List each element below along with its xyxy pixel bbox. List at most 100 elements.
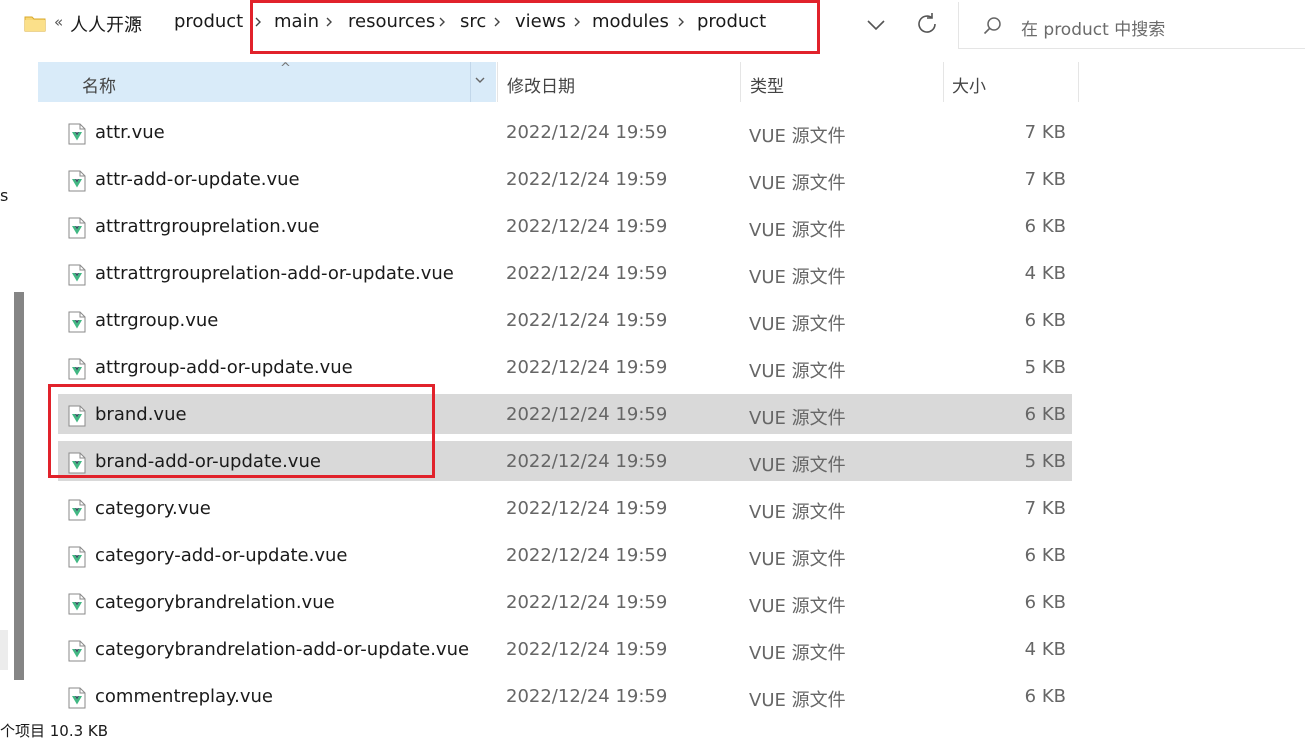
- file-name: attrgroup.vue: [95, 310, 219, 331]
- folder-icon: [24, 16, 46, 32]
- file-name: attrattrgrouprelation.vue: [95, 216, 320, 237]
- file-name: brand.vue: [95, 404, 187, 425]
- file-size: 6 KB: [1024, 404, 1066, 425]
- breadcrumb-item[interactable]: main: [274, 11, 319, 32]
- file-size: 6 KB: [1024, 216, 1066, 237]
- chevron-right-icon[interactable]: [324, 15, 334, 29]
- file-size: 7 KB: [1024, 169, 1066, 190]
- file-name: brand-add-or-update.vue: [95, 451, 321, 472]
- breadcrumb-item[interactable]: modules: [592, 11, 669, 32]
- file-size: 5 KB: [1024, 451, 1066, 472]
- nav-item-clipped[interactable]: s: [0, 186, 8, 205]
- file-size: 6 KB: [1024, 310, 1066, 331]
- chevron-right-icon[interactable]: [492, 15, 502, 29]
- column-header-type-label: 类型: [750, 77, 784, 97]
- nav-scrollbar-thumb[interactable]: [14, 292, 24, 680]
- search-input[interactable]: 在 product 中搜索: [958, 2, 1305, 49]
- column-header-size[interactable]: 大小: [943, 62, 1079, 102]
- vue-file-icon: [68, 640, 86, 662]
- chevron-right-icon[interactable]: [572, 15, 582, 29]
- breadcrumb-item[interactable]: product: [174, 11, 243, 32]
- file-modified-date: 2022/12/24 19:59: [506, 357, 668, 378]
- file-modified-date: 2022/12/24 19:59: [506, 216, 668, 237]
- file-modified-date: 2022/12/24 19:59: [506, 310, 668, 331]
- file-row[interactable]: category.vue 2022/12/24 19:59 VUE 源文件 7 KB: [58, 488, 1072, 528]
- file-modified-date: 2022/12/24 19:59: [506, 686, 668, 707]
- file-type: VUE 源文件: [749, 549, 846, 570]
- file-type: VUE 源文件: [749, 267, 846, 288]
- file-type: VUE 源文件: [749, 126, 846, 147]
- vue-file-icon: [68, 170, 86, 192]
- vue-file-icon: [68, 217, 86, 239]
- search-placeholder: 在 product 中搜索: [1021, 20, 1166, 40]
- breadcrumb-item[interactable]: resources: [348, 11, 435, 32]
- file-row[interactable]: attr-add-or-update.vue 2022/12/24 19:59 VU…: [58, 159, 1072, 199]
- file-modified-date: 2022/12/24 19:59: [506, 451, 668, 472]
- file-row[interactable]: commentreplay.vue 2022/12/24 19:59 VUE 源文件…: [58, 676, 1072, 716]
- vue-file-icon: [68, 546, 86, 568]
- sort-ascending-icon: ^: [280, 61, 291, 76]
- vue-file-icon: [68, 264, 86, 286]
- breadcrumb-item[interactable]: src: [460, 11, 486, 32]
- file-name: commentreplay.vue: [95, 686, 273, 707]
- file-modified-date: 2022/12/24 19:59: [506, 639, 668, 660]
- file-modified-date: 2022/12/24 19:59: [506, 263, 668, 284]
- file-type: VUE 源文件: [749, 596, 846, 617]
- file-type: VUE 源文件: [749, 361, 846, 382]
- file-row[interactable]: attr.vue 2022/12/24 19:59 VUE 源文件 7 KB: [58, 112, 1072, 152]
- file-modified-date: 2022/12/24 19:59: [506, 122, 668, 143]
- column-header-date-label: 修改日期: [507, 77, 575, 97]
- file-size: 6 KB: [1024, 686, 1066, 707]
- breadcrumb-item-current[interactable]: product: [697, 11, 766, 32]
- address-bar[interactable]: « 人人开源 product main resources src views …: [6, 0, 946, 48]
- file-size: 6 KB: [1024, 592, 1066, 613]
- vue-file-icon: [68, 123, 86, 145]
- column-header-date[interactable]: 修改日期: [497, 62, 741, 102]
- chevron-right-icon[interactable]: [437, 15, 447, 29]
- chevron-down-icon[interactable]: [474, 76, 486, 86]
- column-header-name[interactable]: ^ 名称: [38, 61, 496, 102]
- file-modified-date: 2022/12/24 19:59: [506, 592, 668, 613]
- file-row[interactable]: categorybrandrelation.vue 2022/12/24 19:5…: [58, 582, 1072, 622]
- file-type: VUE 源文件: [749, 455, 846, 476]
- file-name: attr.vue: [95, 122, 165, 143]
- file-type: VUE 源文件: [749, 690, 846, 711]
- vue-file-icon: [68, 311, 86, 333]
- toolbar: « 人人开源 product main resources src views …: [0, 0, 1305, 50]
- file-name: categorybrandrelation-add-or-update.vue: [95, 639, 470, 660]
- column-header-type[interactable]: 类型: [740, 62, 944, 102]
- file-modified-date: 2022/12/24 19:59: [506, 545, 668, 566]
- file-row[interactable]: attrgroup-add-or-update.vue 2022/12/24 19…: [58, 347, 1072, 387]
- file-row[interactable]: attrattrgrouprelation.vue 2022/12/24 19:5…: [58, 206, 1072, 246]
- file-type: VUE 源文件: [749, 314, 846, 335]
- vue-file-icon: [68, 405, 86, 427]
- chevron-down-icon[interactable]: [862, 12, 890, 38]
- file-modified-date: 2022/12/24 19:59: [506, 169, 668, 190]
- file-name: attr-add-or-update.vue: [95, 169, 300, 190]
- breadcrumb-item[interactable]: views: [515, 11, 566, 32]
- breadcrumb-overflow[interactable]: «: [54, 13, 63, 31]
- chevron-right-icon[interactable]: [253, 15, 263, 29]
- file-name: categorybrandrelation.vue: [95, 592, 335, 613]
- vue-file-icon: [68, 593, 86, 615]
- file-row[interactable]: attrgroup.vue 2022/12/24 19:59 VUE 源文件 6 KB: [58, 300, 1072, 340]
- file-modified-date: 2022/12/24 19:59: [506, 404, 668, 425]
- file-size: 7 KB: [1024, 122, 1066, 143]
- chevron-right-icon[interactable]: [676, 15, 686, 29]
- file-row[interactable]: attrattrgrouprelation-add-or-update.vue 2…: [58, 253, 1072, 293]
- vue-file-icon: [68, 358, 86, 380]
- refresh-icon[interactable]: [913, 10, 941, 38]
- file-size: 6 KB: [1024, 545, 1066, 566]
- vue-file-icon: [68, 687, 86, 709]
- file-row[interactable]: brand-add-or-update.vue 2022/12/24 19:59 V…: [58, 441, 1072, 481]
- file-size: 4 KB: [1024, 639, 1066, 660]
- file-row[interactable]: categorybrandrelation-add-or-update.vue 2…: [58, 629, 1072, 669]
- chevron-right-icon[interactable]: [130, 15, 140, 29]
- file-row[interactable]: brand.vue 2022/12/24 19:59 VUE 源文件 6 KB: [58, 394, 1072, 434]
- file-size: 5 KB: [1024, 357, 1066, 378]
- file-row[interactable]: category-add-or-update.vue 2022/12/24 19:…: [58, 535, 1072, 575]
- file-type: VUE 源文件: [749, 220, 846, 241]
- nav-pane-edge: [0, 630, 8, 670]
- file-name: category-add-or-update.vue: [95, 545, 348, 566]
- file-name: attrgroup-add-or-update.vue: [95, 357, 353, 378]
